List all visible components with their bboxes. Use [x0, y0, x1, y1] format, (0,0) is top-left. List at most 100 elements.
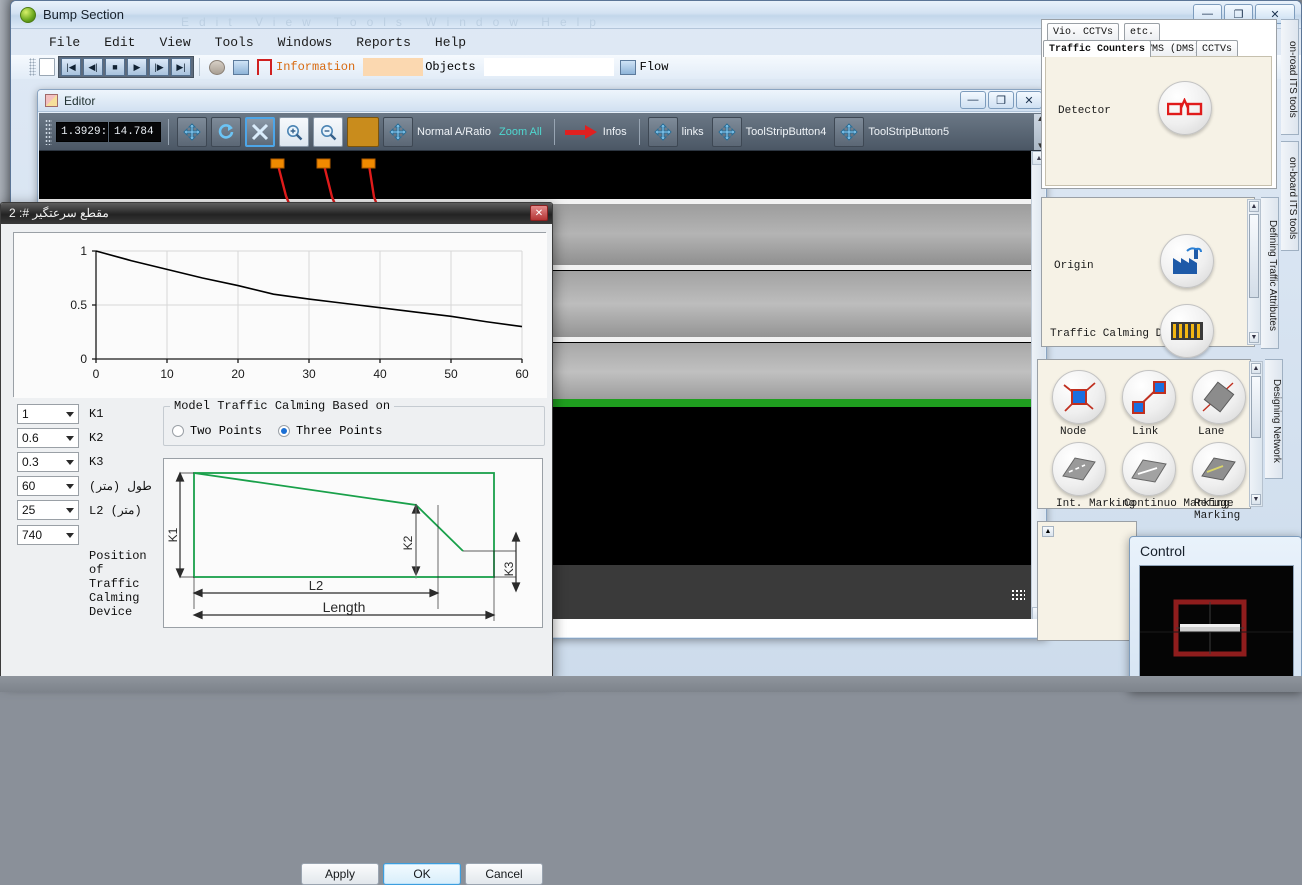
objects-field[interactable]: [483, 58, 614, 76]
k2-combobox[interactable]: 0.6: [17, 428, 79, 448]
designing-network-scrollbar[interactable]: ▲ ▼: [1249, 361, 1263, 507]
lane-icon[interactable]: [1192, 370, 1246, 424]
rotate-tool-button[interactable]: [211, 116, 241, 147]
image-icon[interactable]: [233, 59, 249, 75]
flow-icon[interactable]: [619, 59, 636, 75]
menu-item-help[interactable]: Help: [423, 32, 478, 53]
information-label[interactable]: Information: [276, 60, 355, 74]
attr-scroll-thumb[interactable]: [1249, 214, 1259, 298]
menu-item-view[interactable]: View: [147, 32, 202, 53]
toolstrip-button-4-label[interactable]: ToolStripButton4: [746, 126, 827, 138]
tab-cctvs[interactable]: CCTVs: [1196, 40, 1239, 57]
toolstrip-button-5-label[interactable]: ToolStripButton5: [868, 126, 949, 138]
step-button[interactable]: |▶: [149, 58, 169, 76]
radio-two-points-label: Two Points: [190, 424, 263, 438]
infos-arrow-icon[interactable]: [564, 124, 597, 139]
network-scroll-thumb[interactable]: [1251, 376, 1261, 438]
lower-panel-scroll-up-arrow[interactable]: ▲: [1042, 526, 1054, 537]
network-scroll-down-arrow[interactable]: ▼: [1251, 494, 1261, 505]
scene-resize-grip[interactable]: [1011, 589, 1025, 601]
radio-three-points-dot[interactable]: [278, 425, 290, 437]
link-icon[interactable]: [1122, 370, 1176, 424]
pan-tool-button[interactable]: [177, 116, 207, 147]
editor-minimize-button[interactable]: —: [960, 91, 986, 109]
flow-label[interactable]: Flow: [640, 60, 669, 74]
intersection-marking-icon[interactable]: [1052, 442, 1106, 496]
editor-toolbar-grip[interactable]: [45, 118, 52, 145]
vtab-on-board-its-tools[interactable]: on-board ITS tools: [1281, 141, 1299, 251]
toolstrip-button-5-icon[interactable]: [834, 116, 865, 147]
play-button[interactable]: ▶: [127, 58, 147, 76]
menu-item-reports[interactable]: Reports: [344, 32, 423, 53]
new-document-icon[interactable]: [39, 58, 55, 76]
factory-icon[interactable]: [1160, 234, 1214, 288]
tab-vio-cctvs[interactable]: Vio. CCTVs: [1047, 23, 1120, 40]
vtab-defining-traffic-attributes[interactable]: Defining Traffic Attributes: [1261, 197, 1279, 349]
attr-scroll-up-arrow[interactable]: ▲: [1249, 201, 1259, 212]
tab-etc[interactable]: etc.: [1124, 23, 1161, 40]
tab-traffic-counters[interactable]: Traffic Counters: [1043, 40, 1152, 57]
k3-combobox[interactable]: 0.3: [17, 452, 79, 472]
vtab-on-road-its-tools[interactable]: on-road ITS tools: [1281, 19, 1299, 135]
vtab-designing-network[interactable]: Designing Network: [1265, 359, 1283, 479]
normal-ratio-label[interactable]: Normal A/Ratio: [417, 126, 491, 138]
zoom-all-label[interactable]: Zoom All: [499, 126, 542, 138]
continuous-marking-icon[interactable]: [1122, 442, 1176, 496]
menu-item-edit[interactable]: Edit: [92, 32, 147, 53]
radio-three-points[interactable]: Three Points: [278, 424, 382, 438]
palette-icon[interactable]: [209, 59, 225, 75]
radio-two-points-dot[interactable]: [172, 425, 184, 437]
infos-label[interactable]: Infos: [603, 126, 627, 138]
network-item-label-refuge-marking[interactable]: Refuge Marking: [1194, 498, 1250, 522]
links-label[interactable]: links: [682, 126, 704, 138]
position-combobox[interactable]: 740: [17, 525, 79, 545]
attr-item-label-origin[interactable]: Origin: [1054, 260, 1094, 272]
coordinate-y-field[interactable]: 14.784: [109, 121, 161, 142]
network-item-label-lane[interactable]: Lane: [1198, 426, 1224, 438]
traffic-attributes-scrollbar[interactable]: ▲ ▼: [1247, 199, 1261, 345]
select-tool-button[interactable]: [245, 116, 275, 147]
speed-bump-icon[interactable]: [1160, 304, 1214, 358]
dialog-close-button[interactable]: ✕: [530, 205, 548, 221]
attr-scroll-down-arrow[interactable]: ▼: [1249, 332, 1259, 343]
gate-icon[interactable]: [257, 59, 272, 75]
k2-label: K2: [89, 431, 104, 445]
chart-xtick-label: 0: [93, 367, 100, 381]
radio-two-points[interactable]: Two Points: [172, 424, 262, 438]
ok-button[interactable]: OK: [383, 863, 461, 885]
menu-item-windows[interactable]: Windows: [266, 32, 345, 53]
control-minimap[interactable]: [1139, 565, 1294, 687]
node-icon[interactable]: [1052, 370, 1106, 424]
l2-combobox[interactable]: 25: [17, 500, 79, 520]
refuge-marking-icon[interactable]: [1192, 442, 1246, 496]
objects-label[interactable]: Objects: [425, 60, 475, 74]
chart-ytick-label: 1: [80, 244, 87, 258]
first-button[interactable]: |◀: [61, 58, 81, 76]
zoom-in-button[interactable]: [279, 116, 309, 147]
toolbar-grip[interactable]: [29, 58, 36, 76]
normal-ratio-icon-button[interactable]: [383, 116, 413, 147]
links-icon-button[interactable]: [647, 116, 678, 147]
length-value: 60: [22, 479, 36, 493]
detector-icon[interactable]: [1158, 81, 1212, 135]
menu-item-tools[interactable]: Tools: [203, 32, 266, 53]
k1-combobox[interactable]: 1: [17, 404, 79, 424]
last-button[interactable]: ▶|: [171, 58, 191, 76]
its-item-label-detector[interactable]: Detector: [1058, 105, 1111, 117]
stop-button[interactable]: ■: [105, 58, 125, 76]
zoom-out-button[interactable]: [313, 116, 343, 147]
previous-button[interactable]: ◀|: [83, 58, 103, 76]
apply-button[interactable]: Apply: [301, 863, 379, 885]
editor-close-button[interactable]: ✕: [1016, 91, 1042, 109]
editor-maximize-button[interactable]: ❐: [988, 91, 1014, 109]
color-swatch-button[interactable]: [347, 116, 379, 147]
network-item-label-node[interactable]: Node: [1060, 426, 1086, 438]
length-combobox[interactable]: 60: [17, 476, 79, 496]
information-field[interactable]: [363, 58, 424, 76]
menu-item-file[interactable]: File: [37, 32, 92, 53]
coordinate-x-field[interactable]: 1.3929:: [56, 121, 108, 142]
cancel-button[interactable]: Cancel: [465, 863, 543, 885]
network-item-label-link[interactable]: Link: [1132, 426, 1158, 438]
network-scroll-up-arrow[interactable]: ▲: [1251, 363, 1261, 374]
toolstrip-button-4-icon[interactable]: [711, 116, 742, 147]
